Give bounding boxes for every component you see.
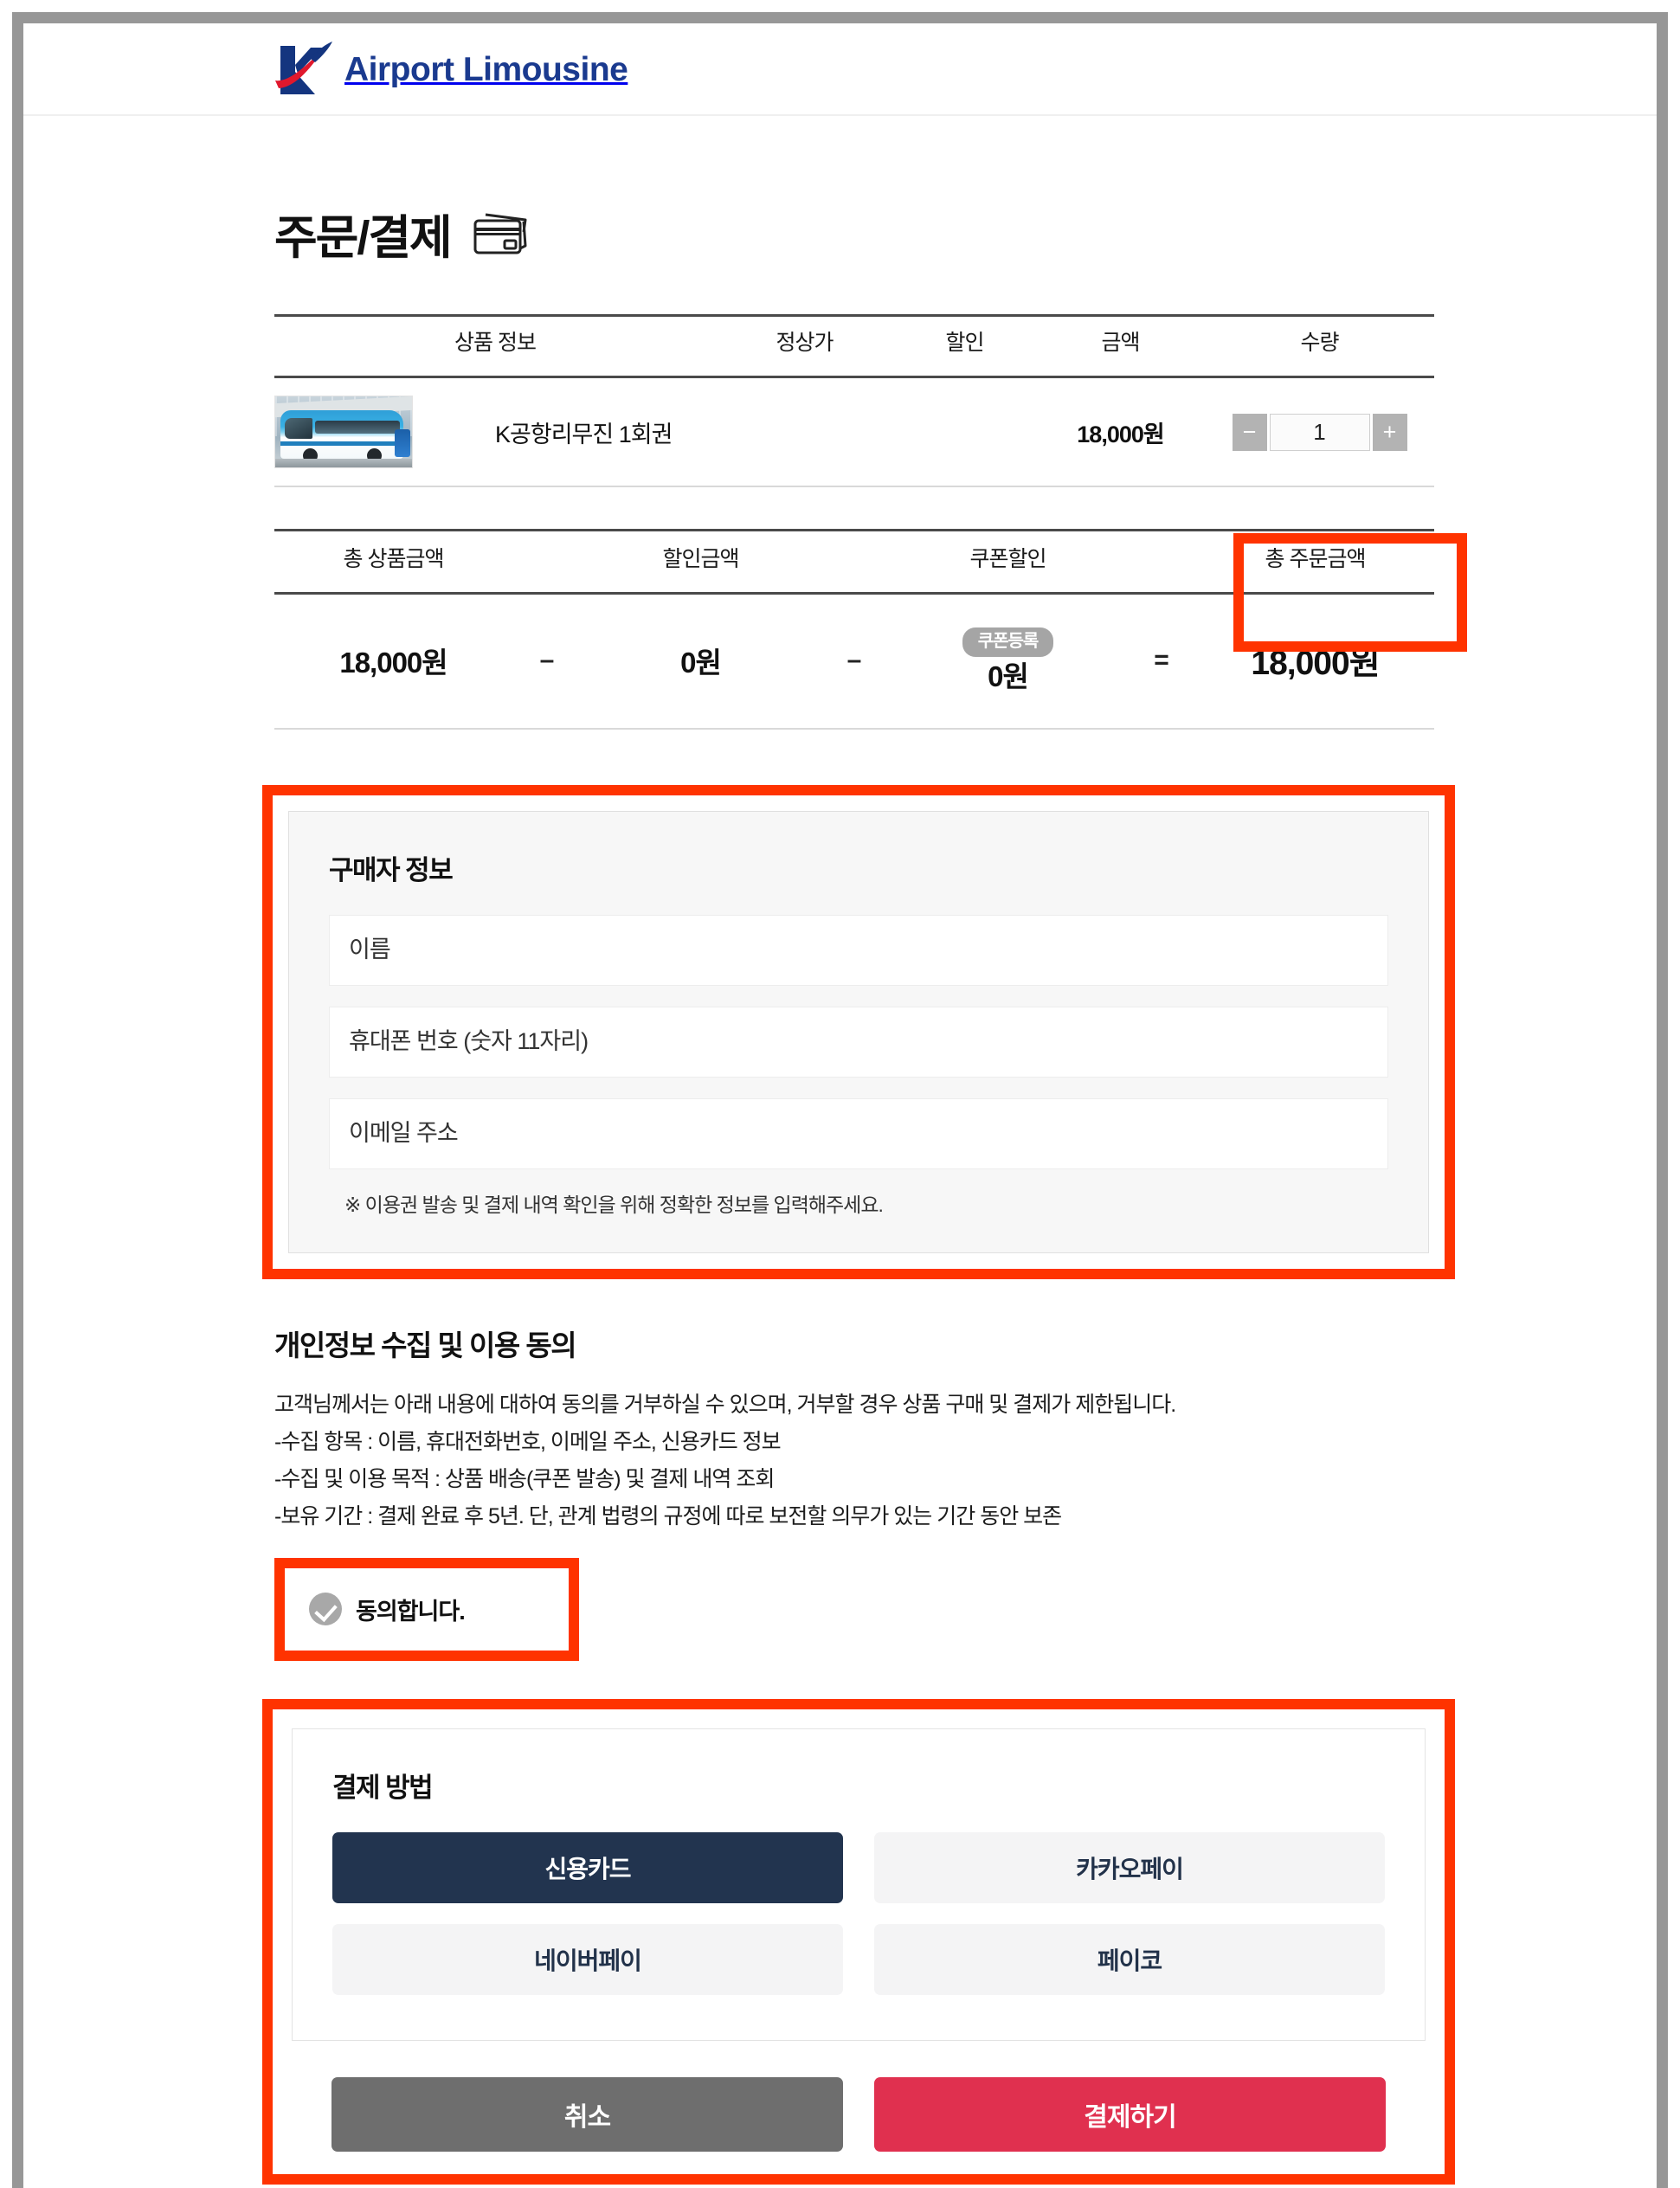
privacy-consent-line-2: -수집 항목 : 이름, 휴대전화번호, 이메일 주소, 신용카드 정보 [274,1429,782,1454]
column-header-amount: 금액 [1101,331,1140,355]
product-normal-price [716,376,893,487]
order-table-header-row: 상품 정보 정상가 할인 금액 수량 [274,315,1434,377]
annotation-box-buyer-info: 구매자 정보 ※ 이용권 발송 및 결제 내역 확인을 위해 정확한 정보를 입… [262,784,1455,1279]
cancel-button[interactable]: 취소 [331,2076,843,2152]
summary-header-row: 총 상품금액 할인금액 쿠폰할인 총 주문금액 [274,530,1434,594]
buyer-info-title: 구매자 정보 [329,854,454,885]
column-header-normal-price: 정상가 [776,331,834,355]
page-title-row: 주문/결제 [274,199,1657,267]
brand-logo-link[interactable]: Airport Limousine [272,39,628,101]
product-thumbnail-cell [274,376,495,487]
payment-method-kakaopay[interactable]: 카카오페이 [874,1831,1385,1903]
quantity-decrease-button[interactable]: − [1232,413,1267,451]
privacy-consent-title: 개인정보 수집 및 이용 동의 [274,1329,577,1361]
order-items-table: 상품 정보 정상가 할인 금액 수량 K공항리무진 1회권 18,000원 − … [274,314,1434,487]
payment-method-grid: 신용카드 카카오페이 네이버페이 페이코 [332,1831,1385,1995]
agree-checkbox-row[interactable]: 동의합니다. [300,1580,553,1638]
summary-discount-amount: 0원 [582,593,820,730]
privacy-consent-line-1: 고객님께서는 아래 내용에 대하여 동의를 거부하실 수 있으며, 거부할 경우… [274,1392,1176,1417]
quantity-stepper[interactable]: − + [1205,413,1434,451]
column-header-product: 상품 정보 [454,331,537,355]
column-header-quantity: 수량 [1300,331,1339,355]
summary-table-head: 총 상품금액 할인금액 쿠폰할인 총 주문금액 [274,530,1434,594]
site-header: Airport Limousine [23,23,1657,116]
annotation-box-payment: 결제 방법 신용카드 카카오페이 네이버페이 페이코 취소 결제하기 [262,1698,1455,2185]
column-header-product-total: 총 상품금액 [343,547,445,571]
payment-method-card: 결제 방법 신용카드 카카오페이 네이버페이 페이코 [292,1728,1426,2041]
coupon-register-button[interactable]: 쿠폰등록 [962,627,1054,657]
product-name: K공항리무진 1회권 [495,376,716,487]
column-header-order-total: 총 주문금액 [1265,547,1367,571]
summary-table-body: 18,000원 – 0원 – 쿠폰등록 0원 = 18,000원 [274,593,1434,730]
summary-order-total: 18,000원 [1196,593,1434,730]
brand-name: Airport Limousine [344,51,628,88]
page-title: 주문/결제 [274,212,453,264]
product-quantity-cell: − + [1205,376,1434,487]
payment-method-payco[interactable]: 페이코 [874,1923,1385,1995]
page-frame: Airport Limousine 주문/결제 상품 정보 정상가 할인 금액 … [12,12,1668,2188]
check-circle-icon[interactable] [309,1593,342,1626]
privacy-consent-line-4: -보유 기간 : 결제 완료 후 5년. 단, 관계 법령의 규정에 따로 보전… [274,1503,1062,1528]
summary-product-total: 18,000원 [274,593,512,730]
annotation-box-agree-checkbox: 동의합니다. [274,1557,579,1661]
submit-payment-button[interactable]: 결제하기 [874,2076,1386,2152]
buyer-info-card: 구매자 정보 ※ 이용권 발송 및 결제 내역 확인을 위해 정확한 정보를 입… [288,810,1429,1253]
payment-method-credit-card[interactable]: 신용카드 [332,1831,843,1903]
privacy-consent-line-3: -수집 및 이용 목적 : 상품 배송(쿠폰 발송) 및 결제 내역 조회 [274,1466,775,1491]
privacy-consent-section: 개인정보 수집 및 이용 동의 고객님께서는 아래 내용에 대하여 동의를 거부… [274,1322,1434,1661]
limousine-bus-photo-icon [274,396,413,468]
table-row: K공항리무진 1회권 18,000원 − + [274,376,1434,487]
k-airplane-logo-icon [272,39,336,101]
payment-action-buttons: 취소 결제하기 [331,2076,1386,2152]
name-input[interactable] [329,914,1388,986]
phone-input[interactable] [329,1006,1388,1078]
payment-method-naverpay[interactable]: 네이버페이 [332,1923,843,1995]
summary-operator-minus-2: – [820,593,889,730]
agree-checkbox-label: 동의합니다. [356,1598,466,1625]
summary-operator-minus-1: – [512,593,582,730]
column-header-coupon-discount: 쿠폰할인 [969,547,1046,571]
summary-operator-equals: = [1127,593,1196,730]
buyer-info-note: ※ 이용권 발송 및 결제 내역 확인을 위해 정확한 정보를 입력해주세요. [344,1193,884,1216]
column-header-discount: 할인 [945,331,984,355]
quantity-input[interactable] [1269,413,1370,451]
order-summary-table: 총 상품금액 할인금액 쿠폰할인 총 주문금액 18,000원 – 0원 – 쿠… [274,529,1434,730]
summary-row: 18,000원 – 0원 – 쿠폰등록 0원 = 18,000원 [274,593,1434,730]
column-header-discount-amount: 할인금액 [662,547,739,571]
payment-method-title: 결제 방법 [332,1772,434,1803]
order-table-head: 상품 정보 정상가 할인 금액 수량 [274,315,1434,377]
email-input[interactable] [329,1097,1388,1169]
credit-cards-icon [472,211,529,256]
summary-coupon-discount: 0원 [988,660,1029,692]
page-inner: Airport Limousine 주문/결제 상품 정보 정상가 할인 금액 … [23,23,1657,2188]
quantity-increase-button[interactable]: + [1372,413,1407,451]
product-discount [893,376,1036,487]
order-table-body: K공항리무진 1회권 18,000원 − + [274,376,1434,487]
summary-coupon-cell: 쿠폰등록 0원 [889,593,1127,730]
product-amount: 18,000원 [1036,376,1205,487]
main-content: 주문/결제 상품 정보 정상가 할인 금액 수량 K공항리무진 1회권 18,0… [23,199,1657,2188]
